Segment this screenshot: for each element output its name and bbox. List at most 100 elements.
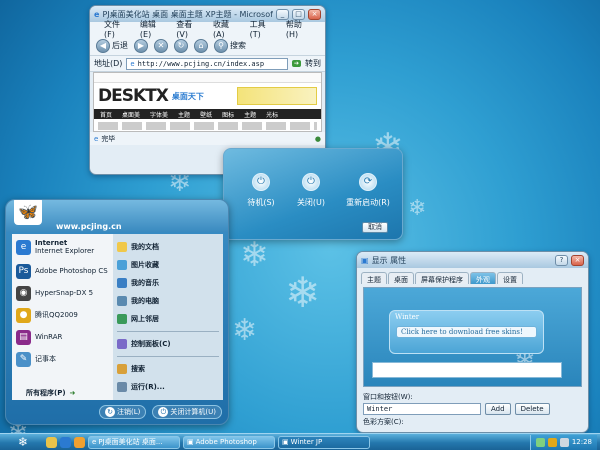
address-input[interactable]: e http://www.pcjing.cn/index.asp: [126, 57, 288, 70]
program-notepad[interactable]: ✎ 记事本: [12, 348, 113, 370]
tray-volume-icon[interactable]: [559, 437, 569, 447]
tray-qq-icon[interactable]: [547, 437, 557, 447]
ie-icon: e: [92, 438, 97, 446]
stop-icon[interactable]: ✕: [154, 38, 168, 53]
menu-favorites[interactable]: 收藏(A): [213, 19, 238, 39]
nav-item[interactable]: 主题: [178, 110, 190, 119]
program-winrar[interactable]: ▤ WinRAR: [12, 326, 113, 348]
menu-bar: 文件(F) 编辑(E) 查看(V) 收藏(A) 工具(T) 帮助(H): [90, 19, 325, 39]
tray-network-icon[interactable]: [535, 437, 545, 447]
program-internet[interactable]: e Internet Internet Explorer: [12, 234, 113, 260]
start-menu-header: 🦋 www.pcjing.cn: [6, 200, 228, 232]
network-places[interactable]: 网上邻居: [113, 310, 223, 328]
maximize-button[interactable]: □: [292, 8, 305, 20]
tab-settings[interactable]: 设置: [497, 272, 523, 284]
place-label: 我的音乐: [131, 279, 159, 287]
menu-tools[interactable]: 工具(T): [250, 19, 274, 39]
taskbar-button[interactable]: e PJ桌面美化站 桌面...: [88, 435, 180, 449]
clock[interactable]: 12:28: [572, 438, 592, 446]
standby-button[interactable]: ⏻ 待机(S): [236, 173, 286, 208]
status-bar: e 完毕 ●: [90, 132, 325, 145]
menu-help[interactable]: 帮助(H): [286, 19, 311, 39]
search-item[interactable]: 搜索: [113, 360, 223, 378]
close-button[interactable]: ×: [308, 8, 321, 20]
display-properties-window: ▣ 显示 属性 ? × 主题 桌面 屏幕保护程序 外观 设置 ❄ Winter …: [356, 251, 589, 433]
network-icon: [117, 314, 127, 324]
my-music[interactable]: 我的音乐: [113, 274, 223, 292]
tab-screensaver[interactable]: 屏幕保护程序: [415, 272, 469, 284]
forward-button[interactable]: ▶: [134, 38, 148, 53]
start-button[interactable]: ❄: [3, 435, 43, 450]
logoff-label: 注销(L): [117, 408, 141, 416]
tab-strip: 主题 桌面 屏幕保护程序 外观 设置: [357, 268, 588, 284]
place-label: 网上邻居: [131, 315, 159, 323]
quicklaunch-media-icon[interactable]: [74, 436, 85, 448]
nav-item[interactable]: 桌面美: [122, 110, 140, 119]
key-icon: ↻: [105, 407, 116, 417]
taskbar: ❄ e PJ桌面美化站 桌面... ▣ Adobe Photoshop ▣ Winte…: [0, 433, 600, 450]
refresh-icon[interactable]: ↻: [174, 38, 188, 53]
logoff-button[interactable]: ↻ 注销(L): [99, 405, 147, 419]
program-title: HyperSnap-DX 5: [35, 289, 94, 297]
status-icon: e: [94, 134, 99, 143]
taskbar-button[interactable]: ▣ Adobe Photoshop: [183, 435, 275, 449]
program-qq[interactable]: ● 腾讯QQ2009: [12, 304, 113, 326]
start-menu: 🦋 www.pcjing.cn e Internet Internet Explo…: [5, 199, 229, 425]
go-arrow-icon[interactable]: ➔: [291, 60, 301, 67]
all-programs-button[interactable]: 所有程序(P) ➜: [12, 386, 113, 400]
add-button[interactable]: Add: [485, 403, 511, 415]
butterfly-avatar-icon[interactable]: 🦋: [14, 200, 42, 225]
preview-message-box: [372, 362, 562, 378]
shutdown-button[interactable]: ⏻ 关闭(U): [286, 173, 336, 208]
display-icon: ▣: [282, 438, 289, 446]
nav-item[interactable]: 图标: [222, 110, 234, 119]
tab-appearance[interactable]: 外观: [470, 272, 496, 284]
cancel-button[interactable]: 取消: [362, 222, 388, 233]
back-arrow-icon: ◀: [96, 38, 110, 53]
username: www.pcjing.cn: [56, 222, 122, 231]
standby-label: 待机(S): [247, 198, 275, 207]
quicklaunch-ie-icon[interactable]: [60, 436, 71, 448]
windows-style-select[interactable]: Winter: [363, 403, 481, 415]
close-button[interactable]: ×: [571, 254, 584, 266]
nav-item[interactable]: 光标: [266, 110, 278, 119]
page-topbar: [94, 73, 321, 83]
restart-button[interactable]: ⟳ 重新启动(R): [338, 173, 398, 208]
back-button[interactable]: ◀ 后退: [96, 38, 128, 53]
menu-edit[interactable]: 编辑(E): [140, 19, 164, 39]
taskbar-button[interactable]: ▣ Winter JP: [278, 435, 370, 449]
help-button[interactable]: ?: [555, 254, 568, 266]
quicklaunch-desktop-icon[interactable]: [46, 436, 57, 448]
nav-item[interactable]: 字体美: [150, 110, 168, 119]
tab-themes[interactable]: 主题: [361, 272, 387, 284]
arrow-right-icon: ➜: [69, 389, 76, 397]
delete-button[interactable]: Delete: [514, 403, 550, 415]
nav-item[interactable]: 壁纸: [200, 110, 212, 119]
run-item[interactable]: 运行(R)...: [113, 378, 223, 396]
home-icon[interactable]: ⌂: [194, 38, 208, 53]
my-pictures[interactable]: 图片收藏: [113, 256, 223, 274]
menu-view[interactable]: 查看(V): [176, 19, 201, 39]
program-photoshop[interactable]: Ps Adobe Photoshop CS: [12, 260, 113, 282]
music-icon: [117, 278, 127, 288]
menu-file[interactable]: 文件(F): [104, 19, 128, 39]
banner-ad[interactable]: [237, 87, 317, 105]
search-icon: [117, 364, 127, 374]
my-documents[interactable]: 我的文档: [113, 238, 223, 256]
tab-desktop[interactable]: 桌面: [388, 272, 414, 284]
properties-titlebar[interactable]: ▣ 显示 属性 ? ×: [357, 252, 588, 268]
program-hypersnap[interactable]: ◉ HyperSnap-DX 5: [12, 282, 113, 304]
my-computer[interactable]: 我的电脑: [113, 292, 223, 310]
turnoff-label: 关闭计算机(U): [170, 408, 216, 416]
turnoff-button[interactable]: ⏻ 关闭计算机(U): [152, 405, 222, 419]
search-button[interactable]: ⚲ 搜索: [214, 38, 246, 53]
nav-item[interactable]: 主题: [244, 110, 256, 119]
minimize-button[interactable]: _: [276, 8, 289, 20]
nav-item[interactable]: 首页: [100, 110, 112, 119]
shutdown-label: 关闭(U): [296, 198, 326, 207]
site-logo[interactable]: DESKTX: [98, 86, 169, 106]
go-button[interactable]: 转到: [305, 58, 321, 69]
control-panel[interactable]: 控制面板(C): [113, 335, 223, 353]
preview-link[interactable]: Click here to download free skins!: [396, 326, 537, 338]
divider: [117, 356, 219, 357]
